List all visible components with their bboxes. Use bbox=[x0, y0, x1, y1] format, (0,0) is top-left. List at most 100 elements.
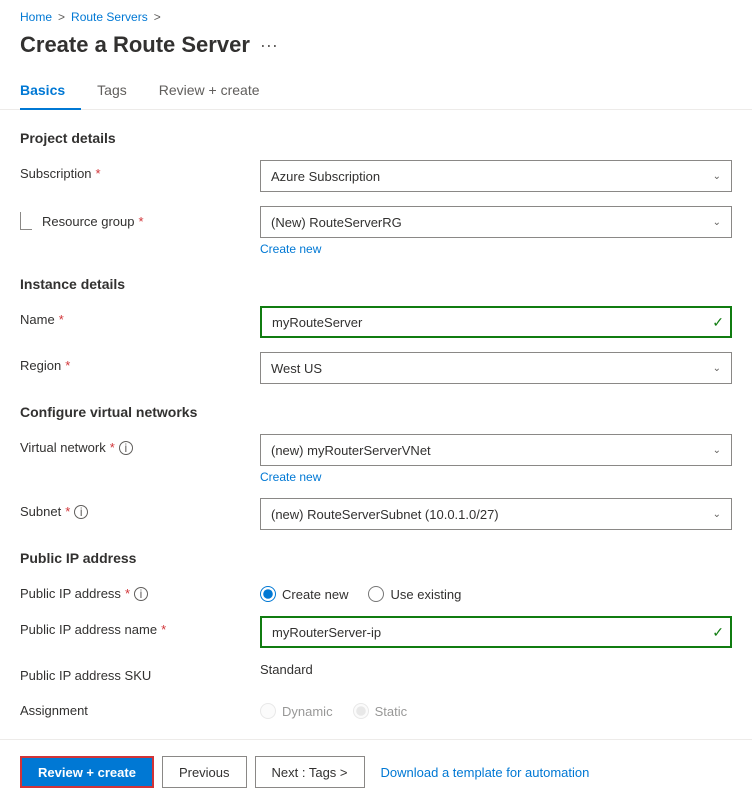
public-ip-sku-control: Standard bbox=[260, 662, 732, 677]
instance-details-title: Instance details bbox=[20, 276, 732, 292]
assignment-row: Assignment Dynamic Static bbox=[20, 697, 732, 719]
name-input-wrapper: ✓ bbox=[260, 306, 732, 338]
previous-button[interactable]: Previous bbox=[162, 756, 247, 788]
region-value: West US bbox=[271, 361, 322, 376]
public-ip-address-label: Public IP address * i bbox=[20, 580, 260, 601]
page-header: Create a Route Server ··· bbox=[0, 28, 752, 74]
tab-review-create[interactable]: Review + create bbox=[159, 74, 276, 110]
review-create-button[interactable]: Review + create bbox=[20, 756, 154, 788]
footer: Review + create Previous Next : Tags > D… bbox=[0, 739, 752, 804]
subnet-chevron-icon: ⌄ bbox=[713, 509, 721, 520]
more-options-icon[interactable]: ··· bbox=[260, 35, 278, 56]
public-ip-name-input-wrapper: ✓ bbox=[260, 616, 732, 648]
resource-group-chevron-icon: ⌄ bbox=[713, 217, 721, 228]
tab-bar: Basics Tags Review + create bbox=[0, 74, 752, 110]
public-ip-address-control: Create new Use existing bbox=[260, 580, 732, 602]
assignment-static-radio bbox=[353, 703, 369, 719]
public-ip-create-new-option[interactable]: Create new bbox=[260, 586, 348, 602]
name-required: * bbox=[59, 312, 64, 327]
resource-group-required: * bbox=[139, 214, 144, 229]
assignment-dynamic-radio bbox=[260, 703, 276, 719]
virtual-network-value: (new) myRouterServerVNet bbox=[271, 443, 431, 458]
public-ip-name-valid-icon: ✓ bbox=[712, 624, 724, 641]
assignment-label: Assignment bbox=[20, 697, 260, 718]
breadcrumb-sep2: > bbox=[154, 10, 161, 24]
virtual-network-control: (new) myRouterServerVNet ⌄ Create new bbox=[260, 434, 732, 484]
region-label: Region * bbox=[20, 352, 260, 373]
public-ip-name-control: ✓ bbox=[260, 616, 732, 648]
breadcrumb-sep1: > bbox=[58, 10, 65, 24]
public-ip-use-existing-option[interactable]: Use existing bbox=[368, 586, 461, 602]
next-button[interactable]: Next : Tags > bbox=[255, 756, 365, 788]
assignment-static-option: Static bbox=[353, 703, 408, 719]
subscription-dropdown[interactable]: Azure Subscription ⌄ bbox=[260, 160, 732, 192]
subscription-control: Azure Subscription ⌄ bbox=[260, 160, 732, 192]
virtual-network-info-icon[interactable]: i bbox=[119, 441, 133, 455]
public-ip-use-existing-radio[interactable] bbox=[368, 586, 384, 602]
tree-line-icon bbox=[20, 212, 32, 230]
virtual-network-label: Virtual network * i bbox=[20, 434, 260, 455]
public-ip-use-existing-label: Use existing bbox=[390, 587, 461, 602]
name-input[interactable] bbox=[260, 306, 732, 338]
subnet-dropdown[interactable]: (new) RouteServerSubnet (10.0.1.0/27) ⌄ bbox=[260, 498, 732, 530]
tab-tags[interactable]: Tags bbox=[97, 74, 143, 110]
subnet-label: Subnet * i bbox=[20, 498, 260, 519]
region-control: West US ⌄ bbox=[260, 352, 732, 384]
public-ip-required: * bbox=[125, 586, 130, 601]
subnet-info-icon[interactable]: i bbox=[74, 505, 88, 519]
project-details-title: Project details bbox=[20, 130, 732, 146]
subnet-row: Subnet * i (new) RouteServerSubnet (10.0… bbox=[20, 498, 732, 530]
region-required: * bbox=[65, 358, 70, 373]
virtual-network-dropdown[interactable]: (new) myRouterServerVNet ⌄ bbox=[260, 434, 732, 466]
public-ip-info-icon[interactable]: i bbox=[134, 587, 148, 601]
public-ip-title: Public IP address bbox=[20, 550, 732, 566]
public-ip-sku-value: Standard bbox=[260, 656, 313, 677]
public-ip-radio-group: Create new Use existing bbox=[260, 580, 732, 602]
public-ip-create-new-label: Create new bbox=[282, 587, 348, 602]
breadcrumb-home[interactable]: Home bbox=[20, 10, 52, 24]
resource-group-create-new[interactable]: Create new bbox=[260, 242, 321, 256]
public-ip-name-label: Public IP address name * bbox=[20, 616, 260, 637]
public-ip-name-input[interactable] bbox=[260, 616, 732, 648]
virtual-network-required: * bbox=[110, 440, 115, 455]
assignment-dynamic-option: Dynamic bbox=[260, 703, 333, 719]
assignment-dynamic-label: Dynamic bbox=[282, 704, 333, 719]
name-control: ✓ bbox=[260, 306, 732, 338]
subscription-chevron-icon: ⌄ bbox=[713, 171, 721, 182]
virtual-network-create-new[interactable]: Create new bbox=[260, 470, 321, 484]
page-title: Create a Route Server bbox=[20, 32, 250, 58]
public-ip-sku-row: Public IP address SKU Standard bbox=[20, 662, 732, 683]
virtual-networks-title: Configure virtual networks bbox=[20, 404, 732, 420]
region-chevron-icon: ⌄ bbox=[713, 363, 721, 374]
download-template-link[interactable]: Download a template for automation bbox=[373, 765, 598, 780]
virtual-network-chevron-icon: ⌄ bbox=[713, 445, 721, 456]
public-ip-address-row: Public IP address * i Create new Use exi… bbox=[20, 580, 732, 602]
resource-group-dropdown[interactable]: (New) RouteServerRG ⌄ bbox=[260, 206, 732, 238]
resource-group-value: (New) RouteServerRG bbox=[271, 215, 402, 230]
subscription-value: Azure Subscription bbox=[271, 169, 380, 184]
resource-group-control: (New) RouteServerRG ⌄ Create new bbox=[260, 206, 732, 256]
region-row: Region * West US ⌄ bbox=[20, 352, 732, 384]
tab-basics[interactable]: Basics bbox=[20, 74, 81, 110]
breadcrumb-route-servers[interactable]: Route Servers bbox=[71, 10, 148, 24]
public-ip-name-required: * bbox=[161, 622, 166, 637]
subscription-required: * bbox=[96, 166, 101, 181]
resource-group-label: Resource group * bbox=[20, 206, 260, 230]
subnet-control: (new) RouteServerSubnet (10.0.1.0/27) ⌄ bbox=[260, 498, 732, 530]
public-ip-sku-label: Public IP address SKU bbox=[20, 662, 260, 683]
subnet-value: (new) RouteServerSubnet (10.0.1.0/27) bbox=[271, 507, 499, 522]
public-ip-create-new-radio[interactable] bbox=[260, 586, 276, 602]
subnet-required: * bbox=[65, 504, 70, 519]
name-row: Name * ✓ bbox=[20, 306, 732, 338]
assignment-control: Dynamic Static bbox=[260, 697, 732, 719]
form-body: Project details Subscription * Azure Sub… bbox=[0, 130, 752, 719]
breadcrumb: Home > Route Servers > bbox=[0, 0, 752, 28]
region-dropdown[interactable]: West US ⌄ bbox=[260, 352, 732, 384]
public-ip-name-row: Public IP address name * ✓ bbox=[20, 616, 732, 648]
subscription-label: Subscription * bbox=[20, 160, 260, 181]
name-valid-icon: ✓ bbox=[712, 314, 724, 331]
virtual-network-row: Virtual network * i (new) myRouterServer… bbox=[20, 434, 732, 484]
resource-group-row: Resource group * (New) RouteServerRG ⌄ C… bbox=[20, 206, 732, 256]
subscription-row: Subscription * Azure Subscription ⌄ bbox=[20, 160, 732, 192]
name-label: Name * bbox=[20, 306, 260, 327]
